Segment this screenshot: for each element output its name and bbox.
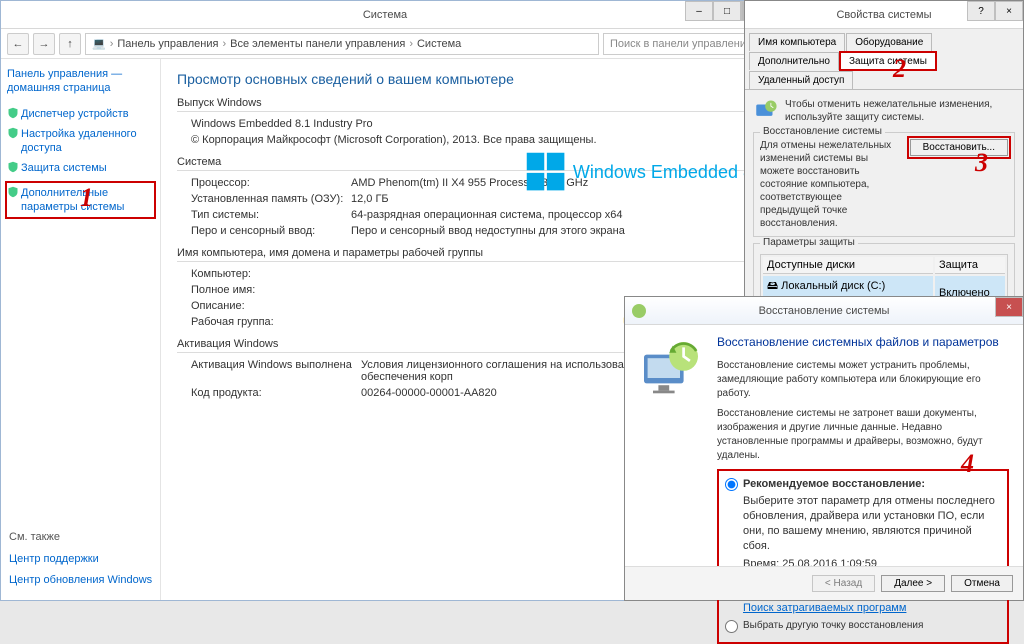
restore-button[interactable]: Восстановить... bbox=[910, 139, 1008, 156]
nav-system-protection[interactable]: Защита системы bbox=[7, 158, 154, 178]
computer-label: Компьютер: bbox=[191, 268, 351, 280]
restore-para1: Восстановление системы может устранить п… bbox=[717, 359, 1009, 401]
col-protection[interactable]: Защита bbox=[935, 257, 1005, 274]
left-nav: Панель управления — домашняя страница Ди… bbox=[1, 59, 161, 600]
back-button[interactable]: ← bbox=[7, 33, 29, 55]
minimize-button[interactable]: – bbox=[685, 1, 713, 21]
section-edition: Выпуск Windows bbox=[177, 97, 753, 112]
system-titlebar[interactable]: Система – □ × bbox=[1, 1, 769, 29]
restore-title-icon bbox=[631, 303, 647, 319]
pen-value: Перо и сенсорный ввод недоступны для это… bbox=[351, 225, 753, 237]
edition-value: Windows Embedded 8.1 Industry Pro bbox=[191, 118, 753, 130]
nav-remote-settings[interactable]: Настройка удаленного доступа bbox=[7, 124, 154, 159]
shield-icon bbox=[7, 127, 19, 139]
ram-label: Установленная память (ОЗУ): bbox=[191, 193, 351, 205]
restore-title: Восстановление системы bbox=[759, 305, 890, 317]
props-help-button[interactable]: ? bbox=[967, 1, 995, 21]
restore-heading: Восстановление системных файлов и параме… bbox=[717, 335, 1009, 351]
up-button[interactable]: ↑ bbox=[59, 33, 81, 55]
description-label: Описание: bbox=[191, 300, 351, 312]
page-heading: Просмотр основных сведений о вашем компь… bbox=[177, 71, 753, 87]
radio-recommended[interactable] bbox=[725, 478, 738, 491]
nav-device-manager[interactable]: Диспетчер устройств bbox=[7, 104, 154, 124]
restore-hero-icon bbox=[635, 333, 707, 405]
maximize-button[interactable]: □ bbox=[713, 1, 741, 21]
workgroup-label: Рабочая группа: bbox=[191, 316, 351, 328]
props-title: Свойства системы bbox=[836, 9, 931, 21]
windows-icon bbox=[525, 151, 567, 193]
activation-label: Активация Windows выполнена bbox=[191, 359, 361, 383]
fullname-label: Полное имя: bbox=[191, 284, 351, 296]
restore-buttonbar: < Назад Далее > Отмена bbox=[625, 566, 1023, 600]
pen-label: Перо и сенсорный ввод: bbox=[191, 225, 351, 237]
props-header-text: Чтобы отменить нежелательные изменения, … bbox=[785, 98, 1015, 124]
ram-value: 12,0 ГБ bbox=[351, 193, 753, 205]
breadcrumb-2[interactable]: Все элементы панели управления bbox=[230, 38, 405, 50]
copyright-value: © Корпорация Майкрософт (Microsoft Corpo… bbox=[191, 134, 753, 146]
back-button: < Назад bbox=[812, 575, 875, 592]
opt-recommended-title: Рекомендуемое восстановление: bbox=[743, 478, 925, 490]
section-name: Имя компьютера, имя домена и параметры р… bbox=[177, 247, 753, 262]
forward-button[interactable]: → bbox=[33, 33, 55, 55]
breadcrumb-3[interactable]: Система bbox=[417, 38, 461, 50]
system-title: Система bbox=[363, 9, 407, 21]
restore-desc: Для отмены нежелательных изменений систе… bbox=[760, 139, 904, 230]
tab-protection[interactable]: Защита системы bbox=[840, 52, 936, 70]
opt-recommended-desc: Выберите этот параметр для отмены послед… bbox=[743, 494, 1001, 553]
shield-icon bbox=[7, 107, 19, 119]
restore-titlebar[interactable]: Восстановление системы × bbox=[625, 297, 1023, 325]
radio-other[interactable] bbox=[725, 620, 738, 633]
cancel-button[interactable]: Отмена bbox=[951, 575, 1013, 592]
restore-close-button[interactable]: × bbox=[995, 297, 1023, 317]
restore-group-title: Восстановление системы bbox=[760, 126, 885, 137]
shield-icon bbox=[7, 161, 19, 173]
systype-label: Тип системы: bbox=[191, 209, 351, 221]
productid-label: Код продукта: bbox=[191, 387, 361, 399]
nav-windows-update[interactable]: Центр обновления Windows bbox=[9, 570, 152, 590]
props-titlebar[interactable]: Свойства системы ?× bbox=[745, 1, 1023, 29]
tab-advanced[interactable]: Дополнительно bbox=[749, 52, 839, 70]
tab-hardware[interactable]: Оборудование bbox=[846, 33, 932, 51]
breadcrumb[interactable]: 💻› Панель управления› Все элементы панел… bbox=[85, 33, 599, 55]
option-other[interactable]: Выбрать другую точку восстановления bbox=[725, 619, 1001, 633]
marker-3: 3 bbox=[975, 148, 988, 178]
restore-icon bbox=[753, 98, 779, 124]
restore-options: Рекомендуемое восстановление: Выберите э… bbox=[717, 469, 1009, 644]
affected-programs-link[interactable]: Поиск затрагиваемых программ bbox=[743, 601, 1001, 616]
processor-label: Процессор: bbox=[191, 177, 351, 189]
next-button[interactable]: Далее > bbox=[881, 575, 945, 592]
shield-icon bbox=[7, 186, 19, 198]
search-input[interactable]: Поиск в панели управления bbox=[603, 33, 763, 55]
marker-2: 2 bbox=[893, 54, 906, 84]
props-close-button[interactable]: × bbox=[995, 1, 1023, 21]
tabs: Имя компьютера Оборудование Дополнительн… bbox=[745, 29, 1023, 90]
breadcrumb-1[interactable]: Панель управления bbox=[117, 38, 218, 50]
nav-action-center[interactable]: Центр поддержки bbox=[9, 549, 152, 569]
col-drive[interactable]: Доступные диски bbox=[763, 257, 933, 274]
params-group-title: Параметры защиты bbox=[760, 237, 858, 248]
windows-logo: Windows Embedded 8 bbox=[525, 151, 753, 193]
systype-value: 64-разрядная операционная система, проце… bbox=[351, 209, 753, 221]
see-also-label: См. также bbox=[9, 531, 152, 543]
windows-logo-text: Windows Embedded 8 bbox=[573, 162, 753, 183]
toolbar: ← → ↑ 💻› Панель управления› Все элементы… bbox=[1, 29, 769, 59]
tab-computer-name[interactable]: Имя компьютера bbox=[749, 33, 845, 51]
tab-remote[interactable]: Удаленный доступ bbox=[749, 71, 853, 89]
marker-4: 4 bbox=[961, 449, 974, 479]
marker-1: 1 bbox=[80, 183, 93, 213]
nav-home[interactable]: Панель управления — домашняя страница bbox=[7, 67, 154, 96]
